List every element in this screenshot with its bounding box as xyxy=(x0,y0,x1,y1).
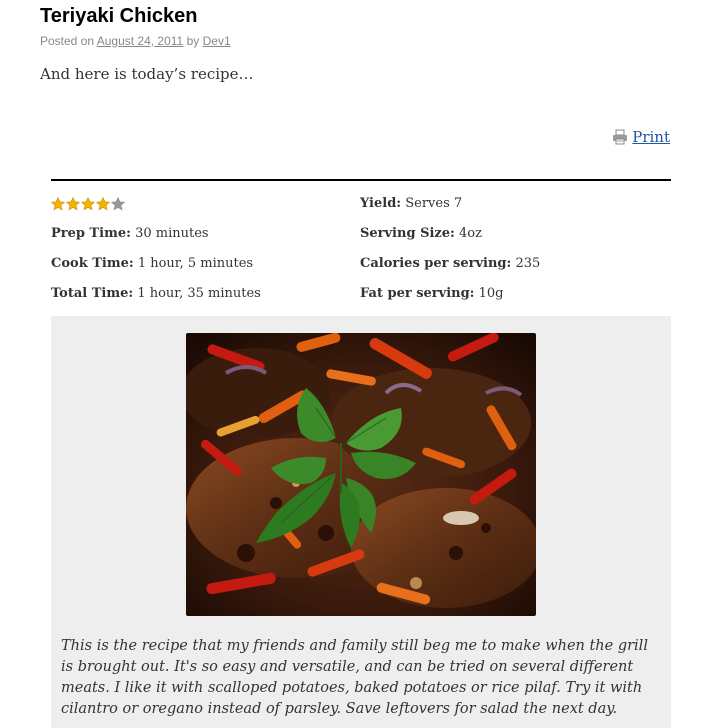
calories: Calories per serving: 235 xyxy=(360,249,540,279)
by-label: by xyxy=(186,34,200,48)
yield: Yield: Serves 7 xyxy=(360,189,540,219)
total-time-value: 1 hour, 35 minutes xyxy=(137,286,261,301)
cook-time-value: 1 hour, 5 minutes xyxy=(137,256,254,271)
fat-value: 10g xyxy=(478,286,504,301)
recipe-summary: This is the recipe that my friends and f… xyxy=(61,638,648,717)
star-filled-icon xyxy=(51,197,65,211)
prep-time: Prep Time: 30 minutes xyxy=(51,219,261,249)
total-time-label: Total Time: xyxy=(51,286,134,301)
star-filled-icon xyxy=(66,197,80,211)
yield-value: Serves 7 xyxy=(405,196,463,211)
print-link[interactable]: Print xyxy=(612,128,670,146)
print-label[interactable]: Print xyxy=(632,128,670,146)
cook-time: Cook Time: 1 hour, 5 minutes xyxy=(51,249,261,279)
star-empty-icon xyxy=(111,197,125,211)
serving-size: Serving Size: 4oz xyxy=(360,219,540,249)
post-date-link[interactable]: August 24, 2011 xyxy=(97,34,184,48)
recipe-nutrition: Yield: Serves 7 Serving Size: 4oz Calori… xyxy=(360,189,540,309)
author-link[interactable]: Dev1 xyxy=(203,34,231,48)
cook-time-label: Cook Time: xyxy=(51,256,134,271)
calories-value: 235 xyxy=(515,256,541,271)
printer-icon xyxy=(612,129,628,145)
star-filled-icon xyxy=(81,197,95,211)
serving-size-value: 4oz xyxy=(459,226,482,241)
intro-text: And here is today’s recipe… xyxy=(40,65,254,83)
yield-label: Yield: xyxy=(360,196,402,211)
post-meta: Posted on August 24, 2011 by Dev1 xyxy=(40,34,231,48)
recipe-photo xyxy=(186,333,536,616)
post-title: Teriyaki Chicken xyxy=(40,5,198,27)
calories-label: Calories per serving: xyxy=(360,256,512,271)
recipe-times: Prep Time: 30 minutes Cook Time: 1 hour,… xyxy=(51,189,261,309)
prep-time-value: 30 minutes xyxy=(135,226,209,241)
total-time: Total Time: 1 hour, 35 minutes xyxy=(51,279,261,309)
prep-time-label: Prep Time: xyxy=(51,226,131,241)
posted-on-label: Posted on xyxy=(40,34,95,48)
recipe-divider xyxy=(51,179,671,181)
fat-label: Fat per serving: xyxy=(360,286,475,301)
fat: Fat per serving: 10g xyxy=(360,279,540,309)
rating-stars[interactable] xyxy=(51,189,261,219)
serving-size-label: Serving Size: xyxy=(360,226,455,241)
star-filled-icon xyxy=(96,197,110,211)
